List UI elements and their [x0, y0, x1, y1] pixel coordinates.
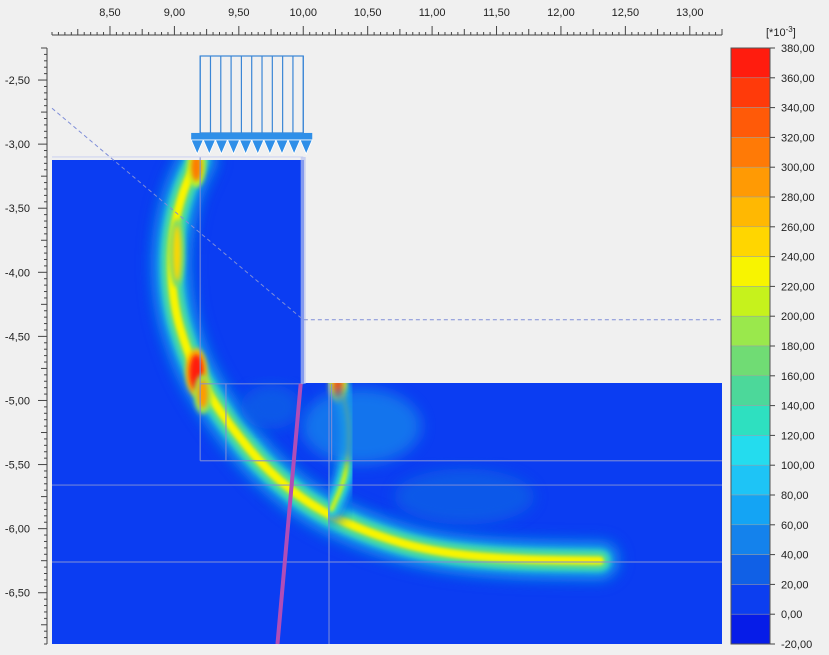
x-tick-label: 12,50	[612, 7, 640, 19]
colorbar-label: 60,00	[781, 520, 809, 532]
colorbar-label: 0,00	[781, 609, 802, 621]
colorbar-label: 280,00	[781, 192, 815, 204]
colorbar-label: 160,00	[781, 371, 815, 383]
colorbar-swatch	[730, 584, 771, 615]
colorbar-swatch	[730, 77, 771, 108]
low-strain-zone	[241, 384, 302, 429]
y-tick-label: -3,50	[5, 203, 30, 215]
y-tick-label: -5,50	[5, 460, 30, 472]
colorbar-label: 220,00	[781, 281, 815, 293]
colorbar-label: 140,00	[781, 401, 815, 413]
colorbar-label: 180,00	[781, 341, 815, 353]
colorbar-swatch	[730, 166, 771, 198]
colorbar-label: 40,00	[781, 550, 809, 562]
low-strain-zone	[301, 388, 422, 465]
colorbar-swatch	[730, 494, 771, 526]
low-strain-zone	[394, 468, 535, 525]
colorbar-swatch	[730, 196, 771, 228]
colorbar-label: 260,00	[781, 222, 815, 234]
colorbar-swatch	[730, 375, 771, 406]
colorbar-label: -20,00	[781, 639, 812, 651]
x-tick-label: 10,00	[289, 7, 317, 19]
colorbar-label: 340,00	[781, 103, 815, 115]
colorbar-swatch	[730, 405, 771, 436]
colorbar-swatch	[730, 47, 771, 79]
x-tick-label: 8,50	[99, 7, 120, 19]
x-tick-label: 13,00	[676, 7, 704, 19]
colorbar-label: 120,00	[781, 430, 815, 442]
x-tick-label: 9,50	[228, 7, 249, 19]
colorbar-label: 320,00	[781, 132, 815, 144]
load-bar	[191, 132, 313, 140]
y-tick-label: -3,00	[5, 139, 30, 151]
colorbar-swatch	[730, 256, 771, 287]
colorbar-swatch	[730, 613, 771, 645]
colorbar-swatch	[730, 464, 771, 496]
colorbar-label: 300,00	[781, 162, 815, 174]
colorbar-label: 380,00	[781, 43, 815, 55]
colorbar-label: 100,00	[781, 460, 815, 472]
colorbar-swatch	[730, 554, 771, 585]
colorbar-swatch	[730, 524, 771, 555]
plaxis-shading-plot: 8,50 9,00 9,50 10,00 10,50 11,00 11,50 12,00 12,…	[0, 0, 829, 655]
colorbar-label: 240,00	[781, 252, 815, 264]
x-tick-label: 12,00	[547, 7, 575, 19]
y-tick-label: -6,50	[5, 588, 30, 600]
colorbar-label: 80,00	[781, 490, 809, 502]
y-tick-label: -4,50	[5, 331, 30, 343]
colorbar-swatch	[730, 435, 771, 466]
x-tick-label: 9,00	[164, 7, 185, 19]
x-tick-label: 11,00	[419, 7, 446, 19]
y-tick-label: -2,50	[5, 75, 30, 87]
y-tick-label: -4,00	[5, 267, 30, 279]
colorbar-swatch	[730, 137, 771, 168]
colorbar-label: 20,00	[781, 579, 809, 591]
colorbar-swatch	[730, 107, 771, 138]
y-tick-label: -5,00	[5, 395, 30, 407]
colorbar-label: 360,00	[781, 73, 815, 85]
y-tick-label: -6,00	[5, 524, 30, 536]
colorbar-label: 200,00	[781, 311, 815, 323]
retaining-wall	[300, 156, 306, 384]
hotspot-core	[172, 225, 181, 282]
colorbar-swatch	[730, 345, 771, 377]
colorbar-swatch	[730, 315, 771, 347]
colorbar-swatch	[730, 286, 771, 317]
x-tick-label: 11,50	[483, 7, 510, 19]
x-tick-label: 10,50	[354, 7, 382, 19]
colorbar-swatch	[730, 226, 771, 257]
